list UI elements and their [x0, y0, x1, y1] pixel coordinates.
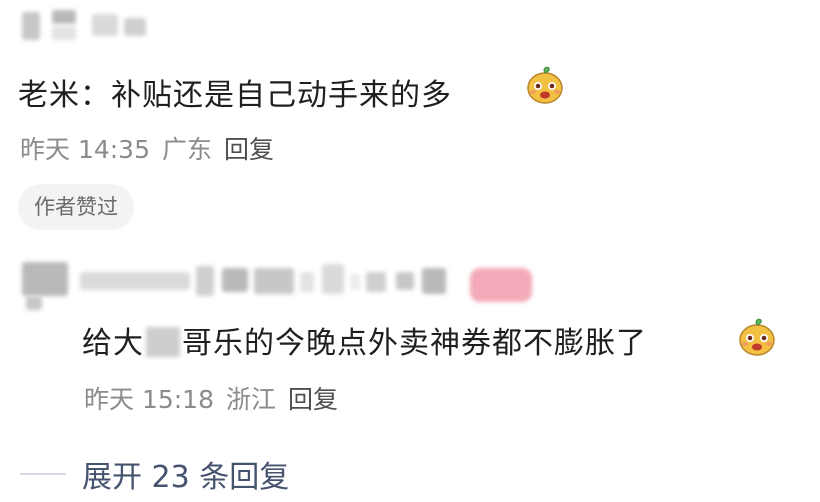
smiling-sprout-face-emoji: [739, 318, 775, 356]
censored-text-block: [146, 327, 180, 357]
reply-text: 给大 哥乐的今晚点外卖神券都不膨胀了: [82, 326, 647, 361]
reply-meta: 昨天 15:18 浙江 回复: [84, 380, 350, 416]
comment-location: 广东: [162, 135, 213, 164]
author-liked-badge: 作者赞过: [18, 184, 134, 230]
reply-button[interactable]: 回复: [288, 385, 338, 414]
smiling-sprout-face-emoji: [527, 66, 563, 104]
comment-meta: 昨天 14:35 广东 回复: [20, 130, 286, 166]
reply-location: 浙江: [226, 385, 277, 414]
comment-time: 昨天 14:35: [20, 135, 150, 164]
reply-time: 昨天 15:18: [84, 385, 214, 414]
expand-replies-button[interactable]: 展开 23 条回复: [82, 452, 289, 496]
comment-text: 老米：补贴还是自己动手来的多: [18, 78, 452, 113]
expand-divider: [20, 473, 66, 475]
reply-button[interactable]: 回复: [224, 135, 274, 164]
